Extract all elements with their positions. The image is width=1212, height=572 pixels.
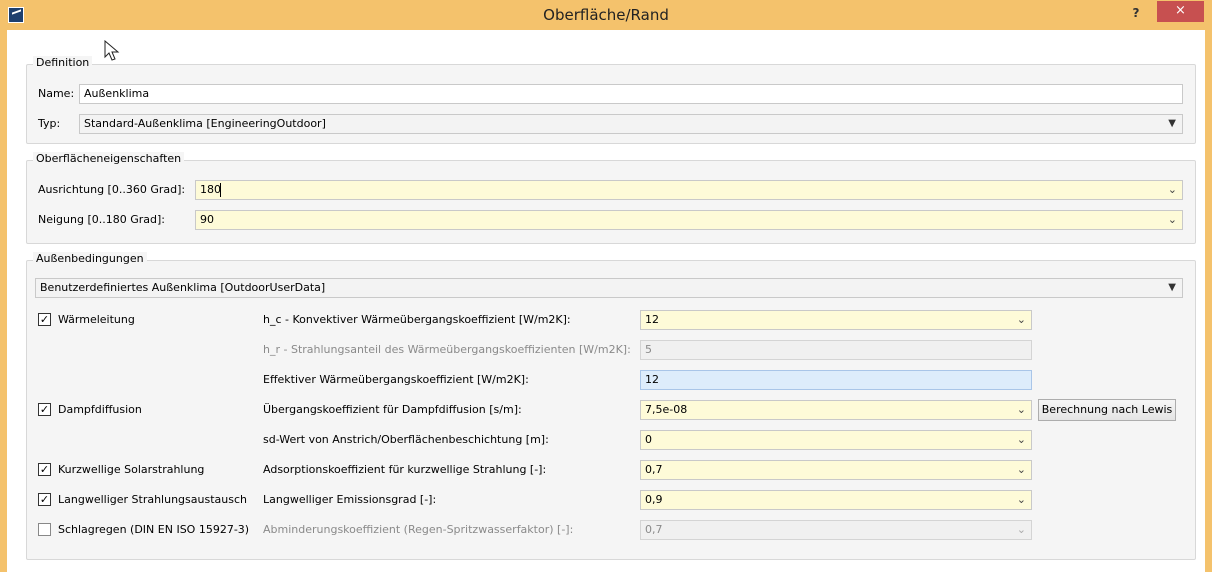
typ-label: Typ: [38,117,61,130]
h-r-label: h_r - Strahlungsanteil des Wärmeübergang… [263,343,631,356]
solarstrahlung-label: Kurzwellige Solarstrahlung [58,463,205,476]
adsorption-value: 0,7 [645,463,663,476]
window-title: Oberfläche/Rand [543,6,669,24]
dampfdiffusion-coefficient-value: 7,5e-08 [645,403,688,416]
dropdown-arrow-icon: ▼ [1168,282,1176,293]
adsorption-combobox[interactable]: 0,7 ⌄ [640,460,1032,480]
schlagregen-label: Schlagregen (DIN EN ISO 15927-3) [58,523,250,536]
surface-group [26,160,1196,244]
schlagregen-checkbox[interactable] [38,523,51,536]
dampfdiffusion-coefficient-combobox[interactable]: 7,5e-08 ⌄ [640,400,1032,420]
strahlungsaustausch-label: Langwelliger Strahlungsaustausch [58,493,247,506]
dropdown-arrow-icon: ▼ [1168,118,1176,129]
abminderung-value: 0,7 [645,523,663,536]
typ-select[interactable]: Standard-Außenklima [EngineeringOutdoor]… [79,114,1183,134]
chevron-down-icon: ⌄ [1016,433,1026,446]
h-c-combobox[interactable]: 12 ⌄ [640,310,1032,330]
ausrichtung-label: Ausrichtung [0..360 Grad]: [38,183,186,196]
h-c-label: h_c - Konvektiver Wärmeübergangskoeffizi… [263,313,571,326]
emissionsgrad-combobox[interactable]: 0,9 ⌄ [640,490,1032,510]
sd-value-combobox[interactable]: 0 ⌄ [640,430,1032,450]
ausrichtung-combobox[interactable]: 180 ⌄ [195,180,1183,200]
emissionsgrad-label: Langwelliger Emissionsgrad [-]: [263,493,437,506]
dampfdiffusion-label: Dampfdiffusion [58,403,142,416]
title-bar: Oberfläche/Rand ? × [0,0,1212,30]
solarstrahlung-checkbox[interactable]: ✓ [38,463,51,476]
abminderung-label: Abminderungskoeffizient (Regen-Spritzwas… [263,523,574,536]
strahlungsaustausch-checkbox[interactable]: ✓ [38,493,51,506]
sd-value: 0 [645,433,652,446]
chevron-down-icon: ⌄ [1167,213,1177,226]
dampfdiffusion-coefficient-label: Übergangskoeffizient für Dampfdiffusion … [263,403,522,416]
waermeleitung-checkbox[interactable]: ✓ [38,313,51,326]
help-button[interactable]: ? [1126,3,1146,23]
definition-group-title: Definition [33,56,93,69]
effective-coefficient-value: 12 [645,373,659,386]
adsorption-label: Adsorptionskoeffizient für kurzwellige S… [263,463,547,476]
chevron-down-icon: ⌄ [1016,493,1026,506]
ausrichtung-value: 180 [200,183,221,196]
surface-group-title: Oberflächeneigenschaften [33,152,185,165]
neigung-label: Neigung [0..180 Grad]: [38,213,165,226]
emissionsgrad-value: 0,9 [645,493,663,506]
effective-coefficient-field[interactable]: 12 [640,370,1032,390]
h-r-value: 5 [645,343,652,356]
name-input-value: Außenklima [84,87,150,100]
chevron-down-icon: ⌄ [1016,463,1026,476]
waermeleitung-label: Wärmeleitung [58,313,135,326]
h-r-field: 5 [640,340,1032,360]
outdoor-climate-value: Benutzerdefiniertes Außenklima [OutdoorU… [40,281,326,294]
chevron-down-icon: ⌄ [1167,183,1177,196]
sd-value-label: sd-Wert von Anstrich/Oberflächenbeschich… [263,433,549,446]
name-input[interactable]: Außenklima [79,84,1183,104]
abminderung-combobox: 0,7 ⌄ [640,520,1032,540]
chevron-down-icon: ⌄ [1016,313,1026,326]
neigung-value: 90 [200,213,214,226]
effective-coefficient-label: Effektiver Wärmeübergangskoeffizient [W/… [263,373,529,386]
mouse-pointer-icon [104,40,120,61]
lewis-button[interactable]: Berechnung nach Lewis [1038,399,1176,421]
chevron-down-icon: ⌄ [1016,403,1026,416]
dampfdiffusion-checkbox[interactable]: ✓ [38,403,51,416]
outdoor-group-title: Außenbedingungen [33,252,147,265]
text-cursor [220,183,221,197]
chevron-down-icon: ⌄ [1016,523,1026,536]
name-label: Name: [38,87,75,100]
h-c-value: 12 [645,313,659,326]
neigung-combobox[interactable]: 90 ⌄ [195,210,1183,230]
outdoor-climate-select[interactable]: Benutzerdefiniertes Außenklima [OutdoorU… [35,278,1183,298]
typ-select-value: Standard-Außenklima [EngineeringOutdoor] [84,117,326,130]
close-button[interactable]: × [1157,1,1204,22]
